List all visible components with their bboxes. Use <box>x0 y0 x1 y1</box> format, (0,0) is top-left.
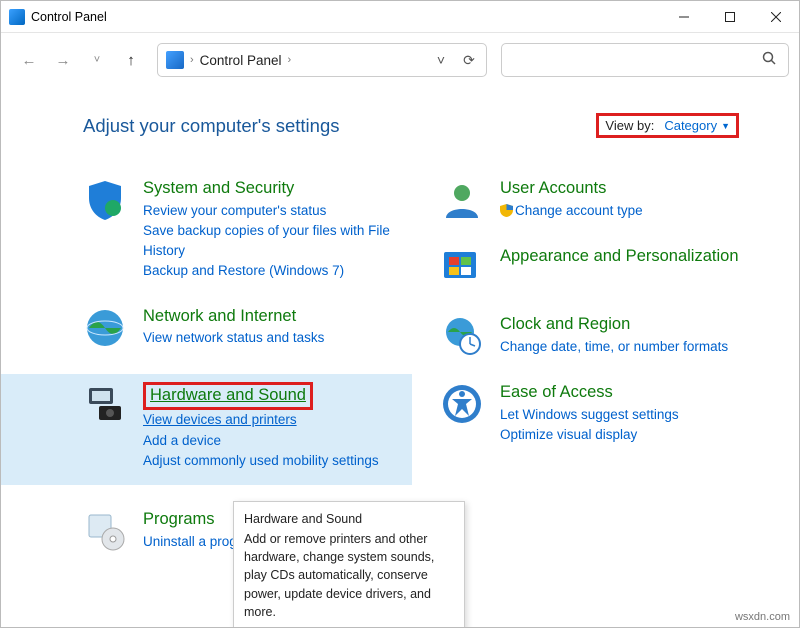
category-ease-of-access[interactable]: Ease of Access Let Windows suggest setti… <box>440 382 769 445</box>
maximize-button[interactable] <box>707 1 753 33</box>
category-hardware-sound[interactable]: Hardware and Sound View devices and prin… <box>83 382 412 471</box>
content-area: Adjust your computer's settings View by:… <box>1 85 799 627</box>
app-icon <box>9 9 25 25</box>
category-title[interactable]: Hardware and Sound <box>150 385 306 406</box>
maximize-icon <box>725 12 735 22</box>
close-icon <box>771 12 781 22</box>
search-input[interactable] <box>501 43 789 77</box>
uac-shield-icon <box>500 204 513 217</box>
category-link[interactable]: Add a device <box>143 431 412 451</box>
view-by-dropdown[interactable]: View by: Category ▼ <box>596 113 739 138</box>
forward-button[interactable]: → <box>49 46 77 74</box>
right-column: User Accounts Change account type Appear <box>440 178 769 553</box>
refresh-button[interactable]: ⟳ <box>458 52 480 69</box>
user-icon <box>440 178 484 222</box>
category-clock-region[interactable]: Clock and Region Change date, time, or n… <box>440 314 769 358</box>
control-panel-window: Control Panel ← → ˅ ↑ › Control Panel › … <box>0 0 800 628</box>
category-link[interactable]: Review your computer's status <box>143 201 412 221</box>
address-icon <box>166 51 184 69</box>
view-by-value: Category <box>664 118 717 133</box>
minimize-button[interactable] <box>661 1 707 33</box>
minimize-icon <box>679 12 689 22</box>
highlight-box: Hardware and Sound <box>143 382 313 411</box>
chevron-right-icon: › <box>190 54 194 66</box>
address-text: Control Panel <box>200 53 282 68</box>
watermark: wsxdn.com <box>732 611 793 623</box>
category-title[interactable]: Network and Internet <box>143 306 412 327</box>
chevron-down-icon: ▼ <box>721 121 730 131</box>
ease-icon <box>440 382 484 426</box>
back-button[interactable]: ← <box>15 46 43 74</box>
search-icon <box>762 51 776 70</box>
category-title[interactable]: System and Security <box>143 178 412 199</box>
page-heading: Adjust your computer's settings <box>83 115 339 137</box>
category-system-security[interactable]: System and Security Review your computer… <box>83 178 412 282</box>
tooltip-title: Hardware and Sound <box>244 510 454 528</box>
tooltip: Hardware and Sound Add or remove printer… <box>233 501 465 627</box>
category-link[interactable]: Change date, time, or number formats <box>500 337 769 357</box>
category-title[interactable]: Ease of Access <box>500 382 769 403</box>
programs-icon <box>83 509 127 553</box>
category-title[interactable]: Clock and Region <box>500 314 769 335</box>
category-link[interactable]: Backup and Restore (Windows 7) <box>143 261 412 281</box>
recent-chevron[interactable]: ˅ <box>83 46 111 74</box>
window-title: Control Panel <box>31 10 107 24</box>
category-hardware-sound-row: Hardware and Sound View devices and prin… <box>1 374 412 485</box>
category-link[interactable]: Let Windows suggest settings <box>500 405 769 425</box>
view-by-label: View by: <box>605 118 654 133</box>
up-button[interactable]: ↑ <box>117 46 145 74</box>
appearance-icon <box>440 246 484 290</box>
category-link[interactable]: Save backup copies of your files with Fi… <box>143 221 412 262</box>
clock-icon <box>440 314 484 358</box>
category-appearance[interactable]: Appearance and Personalization <box>440 246 769 290</box>
category-link[interactable]: Adjust commonly used mobility settings <box>143 451 412 471</box>
category-title[interactable]: Appearance and Personalization <box>500 246 769 267</box>
address-bar[interactable]: › Control Panel › ˅ ⟳ <box>157 43 487 77</box>
category-link[interactable]: View network status and tasks <box>143 328 412 348</box>
chevron-right-icon: › <box>287 54 291 66</box>
category-link[interactable]: Change account type <box>500 201 769 221</box>
left-column: System and Security Review your computer… <box>83 178 412 553</box>
category-user-accounts[interactable]: User Accounts Change account type <box>440 178 769 222</box>
category-link[interactable]: Optimize visual display <box>500 425 769 445</box>
address-dropdown[interactable]: ˅ <box>430 52 452 68</box>
category-link[interactable]: View devices and printers <box>143 410 412 430</box>
devices-icon <box>83 382 127 426</box>
tooltip-body: Add or remove printers and other hardwar… <box>244 530 454 621</box>
titlebar: Control Panel <box>1 1 799 33</box>
navbar: ← → ˅ ↑ › Control Panel › ˅ ⟳ <box>1 33 799 85</box>
shield-icon <box>83 178 127 222</box>
category-network-internet[interactable]: Network and Internet View network status… <box>83 306 412 350</box>
close-button[interactable] <box>753 1 799 33</box>
category-title[interactable]: User Accounts <box>500 178 769 199</box>
globe-icon <box>83 306 127 350</box>
